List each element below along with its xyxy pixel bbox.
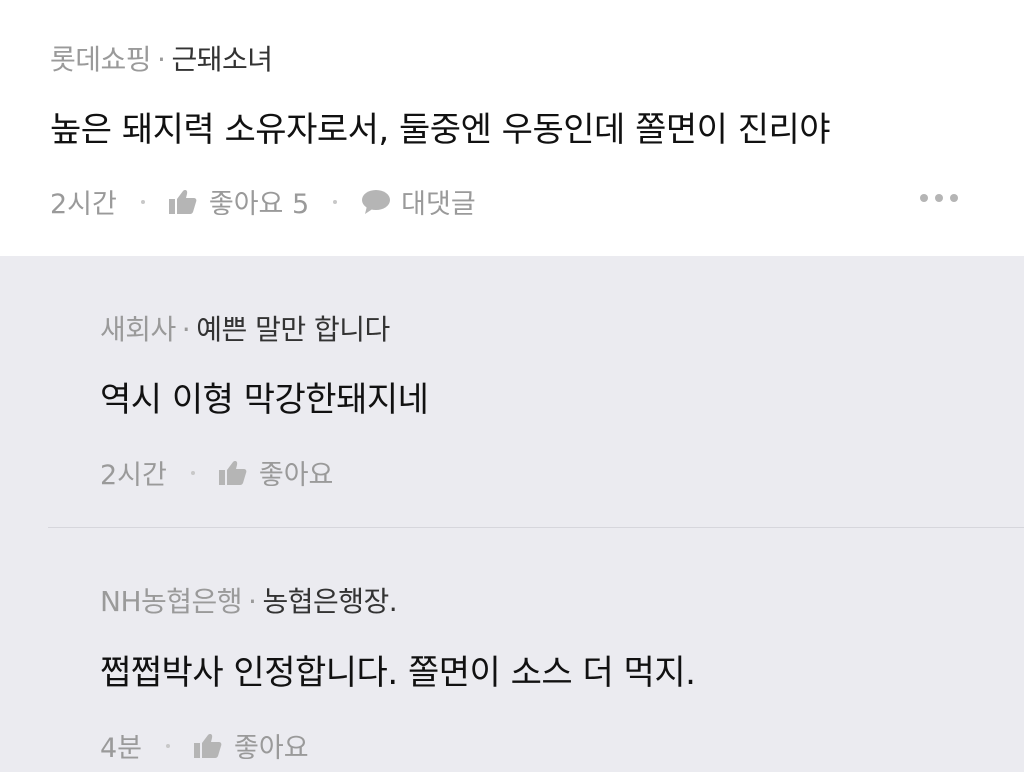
comment-text: 높은 돼지력 소유자로서, 둘중엔 우동인데 쫄면이 진리야 xyxy=(50,110,831,150)
author-company[interactable]: NH농협은행 xyxy=(100,585,243,618)
reply-time: 2시간 xyxy=(100,460,167,491)
speech-bubble-icon xyxy=(361,189,391,215)
action-separator xyxy=(166,743,171,748)
like-label: 좋아요 xyxy=(258,460,334,491)
thumbs-up-icon xyxy=(194,733,222,759)
author-separator: · xyxy=(248,585,257,618)
author-separator: · xyxy=(157,43,166,76)
author-nickname[interactable]: 근돼소녀 xyxy=(171,43,273,76)
like-button[interactable]: 좋아요 xyxy=(218,453,334,492)
like-label: 좋아요 5 xyxy=(208,189,310,220)
reply-actions: 4분 좋아요 xyxy=(100,726,309,765)
dot xyxy=(935,194,943,202)
reply-author-line: 새회사 · 예쁜 말만 합니다 xyxy=(100,308,390,348)
top-comment: 롯데쇼핑 · 근돼소녀 높은 돼지력 소유자로서, 둘중엔 우동인데 쫄면이 진리야… xyxy=(0,0,1024,256)
reply-button[interactable]: 대댓글 xyxy=(361,182,476,221)
reply-author-line: NH농협은행 · 농협은행장. xyxy=(100,580,398,620)
action-separator xyxy=(333,199,338,204)
action-separator xyxy=(140,199,145,204)
reply-time: 4분 xyxy=(100,733,143,764)
author-nickname[interactable]: 농협은행장. xyxy=(262,585,397,618)
more-dots-icon[interactable] xyxy=(920,194,958,202)
reply-text: 쩝쩝박사 인정합니다. 쫄면이 소스 더 먹지. xyxy=(100,653,696,693)
reply-actions: 2시간 좋아요 xyxy=(100,453,333,492)
dot xyxy=(920,194,928,202)
author-separator: · xyxy=(181,313,191,346)
author-company[interactable]: 롯데쇼핑 xyxy=(50,43,152,76)
like-label: 좋아요 xyxy=(234,733,309,764)
reply-text: 역시 이형 막강한돼지네 xyxy=(100,380,429,420)
thumbs-up-icon xyxy=(218,460,247,486)
like-button[interactable]: 좋아요 5 xyxy=(168,182,310,221)
comment-actions: 2시간 좋아요 5 대댓글 xyxy=(50,182,476,221)
reply-divider xyxy=(48,527,1024,528)
comment-author-line: 롯데쇼핑 · 근돼소녀 xyxy=(50,38,273,78)
like-button[interactable]: 좋아요 xyxy=(194,726,309,765)
author-nickname[interactable]: 예쁜 말만 합니다 xyxy=(196,313,390,346)
action-separator xyxy=(190,470,195,475)
dot xyxy=(950,194,958,202)
comment-time: 2시간 xyxy=(50,189,117,220)
author-company[interactable]: 새회사 xyxy=(100,313,176,346)
thumbs-up-icon xyxy=(168,189,197,215)
reply-label: 대댓글 xyxy=(401,189,476,220)
